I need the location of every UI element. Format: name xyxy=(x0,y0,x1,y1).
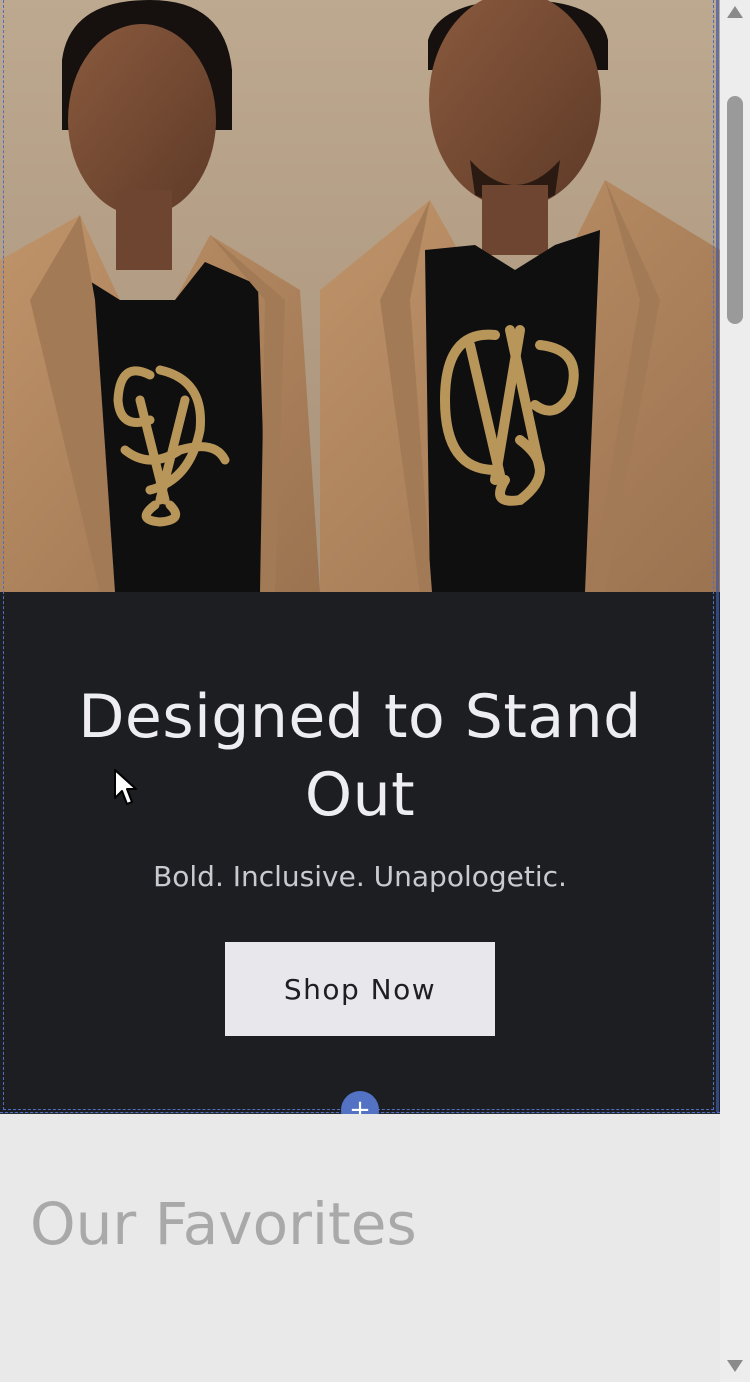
shop-now-button[interactable]: Shop Now xyxy=(225,942,495,1036)
hero-heading: Designed to Stand Out xyxy=(78,682,642,830)
chevron-down-icon[interactable] xyxy=(727,1360,743,1372)
scrollbar[interactable] xyxy=(720,0,750,1382)
scrollbar-thumb[interactable] xyxy=(727,96,743,324)
section-selection-edge xyxy=(716,0,719,1114)
page: Designed to Stand Out Bold. Inclusive. U… xyxy=(0,0,750,1382)
favorites-section: Our Favorites xyxy=(0,1114,720,1382)
hero-tagline: Bold. Inclusive. Unapologetic. xyxy=(153,860,567,893)
favorites-title: Our Favorites xyxy=(30,1190,417,1258)
hero-photo-illustration xyxy=(0,0,720,592)
chevron-up-icon[interactable] xyxy=(727,6,743,18)
hero-section[interactable]: Designed to Stand Out Bold. Inclusive. U… xyxy=(0,0,720,1114)
hero-content: Designed to Stand Out Bold. Inclusive. U… xyxy=(0,592,720,1114)
hero-image xyxy=(0,0,720,592)
